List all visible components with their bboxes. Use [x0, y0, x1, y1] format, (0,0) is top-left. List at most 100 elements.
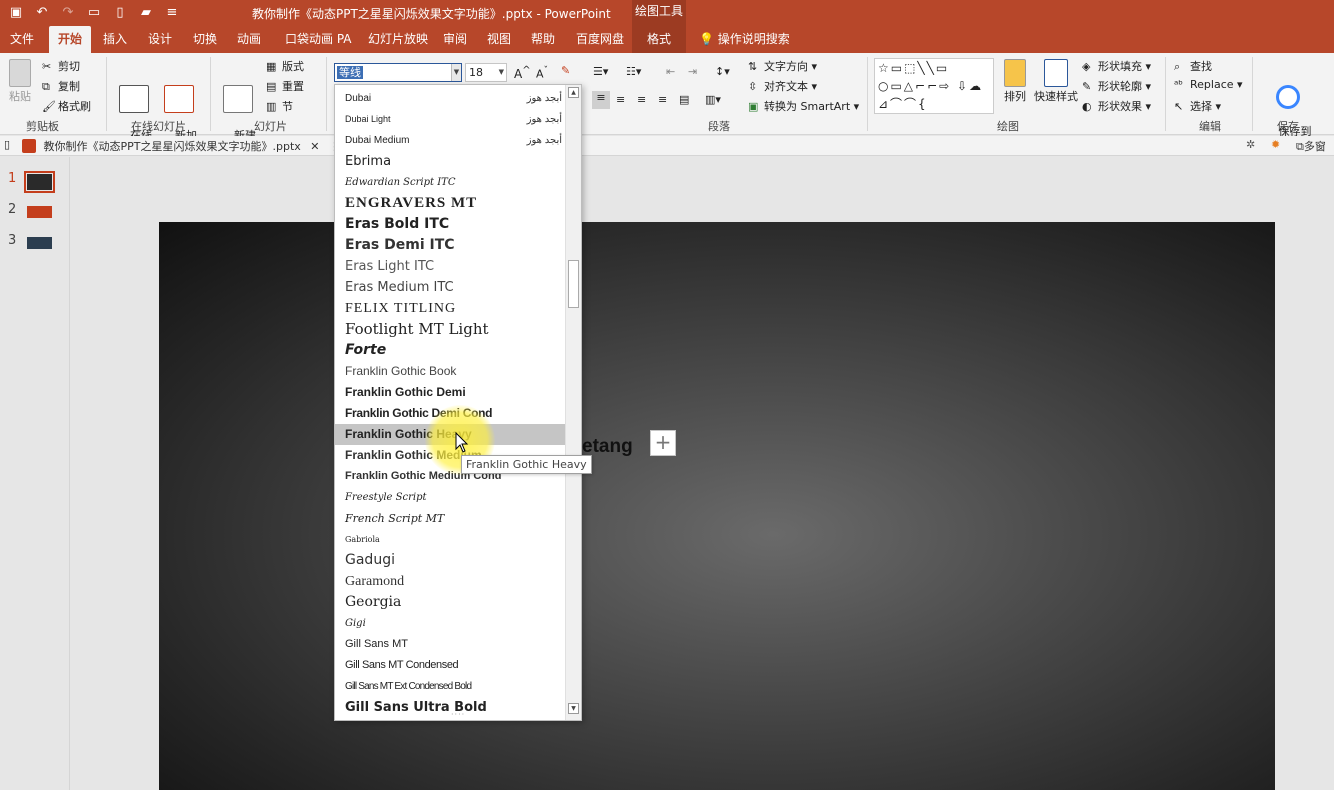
document-tab[interactable]: 教你制作《动态PPT之星星闪烁效果文字功能》.pptx ✕ ⋮: [22, 138, 340, 154]
font-item-eras-medium[interactable]: Eras Medium ITC: [335, 277, 566, 298]
font-item-eras-light[interactable]: Eras Light ITC: [335, 256, 566, 277]
paste-button[interactable]: 粘贴: [6, 59, 34, 103]
gear-icon[interactable]: ✹: [1271, 138, 1280, 151]
font-item-franklin-gothic-heavy[interactable]: Franklin Gothic Heavy: [335, 424, 566, 445]
font-name-input[interactable]: 等线 ▼: [334, 63, 462, 82]
font-item-gadugi[interactable]: Gadugi: [335, 550, 566, 571]
font-item-gill-sans-ext-condensed-bold[interactable]: Gill Sans MT Ext Condensed Bold: [335, 676, 566, 697]
justify-icon[interactable]: ≡: [658, 93, 667, 106]
align-center-icon[interactable]: ≡: [616, 93, 625, 106]
font-dropdown-list[interactable]: Dubai أبجد هوز Dubai Light أبجد هوز Dubai …: [334, 84, 582, 721]
font-item-freestyle-script[interactable]: Freestyle Script: [335, 487, 566, 508]
font-item-eras-demi[interactable]: Eras Demi ITC: [335, 235, 566, 256]
redo-icon[interactable]: ↷: [58, 3, 78, 23]
grow-font-button[interactable]: A^: [514, 65, 531, 81]
tab-slideshow[interactable]: 幻灯片放映: [366, 26, 430, 53]
font-item-french-script[interactable]: French Script MT: [335, 508, 566, 529]
font-item-gabriola[interactable]: Gabriola: [335, 529, 566, 550]
tab-file[interactable]: 文件: [8, 26, 36, 53]
smartart-button[interactable]: ▣ 转换为 SmartArt ▾: [748, 98, 859, 114]
copy-button[interactable]: ⧉ 复制: [42, 78, 80, 94]
close-icon[interactable]: ✕: [310, 140, 319, 153]
customize-icon[interactable]: ≡: [162, 3, 182, 23]
align-right-icon[interactable]: ≡: [637, 93, 646, 106]
font-item-franklin-gothic-demi[interactable]: Franklin Gothic Demi: [335, 382, 566, 403]
new-file-icon[interactable]: ▯: [110, 3, 130, 23]
reset-button[interactable]: ▤ 重置: [266, 78, 304, 94]
quick-styles-button[interactable]: 快速样式: [1034, 59, 1078, 103]
numbering-icon[interactable]: ☷▾: [626, 65, 641, 78]
align-left-icon[interactable]: ≡: [592, 91, 610, 109]
presentation-start-icon[interactable]: ▭: [84, 3, 104, 23]
tab-home[interactable]: 开始: [49, 26, 91, 53]
undo-icon[interactable]: ↶: [32, 3, 52, 23]
line-spacing-icon[interactable]: ↕▾: [715, 65, 730, 78]
increase-indent-icon[interactable]: ⇥: [688, 65, 697, 78]
shapes-gallery[interactable]: ☆▭⬚╲╲▭ ○▭△⌐⌐⇨ ⇩☁⊿⌒⌒{: [874, 58, 994, 114]
font-item-gill-sans-mt[interactable]: Gill Sans MT: [335, 634, 566, 655]
tab-transitions[interactable]: 切换: [191, 26, 219, 53]
scroll-down-icon[interactable]: ▼: [568, 703, 579, 714]
slide[interactable]: [159, 222, 1275, 790]
tab-pocket-animation[interactable]: 口袋动画 PA: [283, 26, 354, 53]
slide-thumbnail[interactable]: [27, 206, 52, 218]
font-item-gigi[interactable]: Gigi: [335, 613, 566, 634]
font-item-garamond[interactable]: Garamond: [335, 571, 566, 592]
shrink-font-button[interactable]: Aˇ: [536, 65, 548, 81]
font-item-dubai-medium[interactable]: Dubai Medium أبجد هوز: [335, 130, 566, 151]
scroll-up-icon[interactable]: ▲: [568, 87, 579, 98]
layout-button[interactable]: ▦ 版式: [266, 58, 304, 74]
settings-icon[interactable]: ✲: [1246, 138, 1255, 151]
font-item-felix-titling[interactable]: FELIX TITLING: [335, 298, 566, 319]
slide-thumbnail[interactable]: [27, 237, 52, 249]
font-item-footlight[interactable]: Footlight MT Light: [335, 319, 566, 340]
replace-button[interactable]: ᵃᵇ Replace ▾: [1174, 78, 1243, 92]
tab-animations[interactable]: 动画: [235, 26, 263, 53]
cut-button[interactable]: ✂ 剪切: [42, 58, 80, 74]
font-item-franklin-gothic-book[interactable]: Franklin Gothic Book: [335, 361, 566, 382]
align-text-button[interactable]: ⇳ 对齐文本 ▾: [748, 78, 817, 94]
tab-view[interactable]: 视图: [485, 26, 513, 53]
tab-baidu-pan[interactable]: 百度网盘: [574, 26, 626, 53]
tell-me-search[interactable]: 💡 操作说明搜索: [697, 26, 792, 53]
font-size-input[interactable]: 18 ▼: [465, 63, 507, 82]
font-item-georgia[interactable]: Georgia: [335, 592, 566, 613]
arrange-button[interactable]: 排列: [1000, 59, 1030, 103]
chevron-down-icon[interactable]: ▼: [451, 64, 461, 81]
columns-icon[interactable]: ▥▾: [705, 93, 721, 106]
shape-effects-button[interactable]: ◐ 形状效果 ▾: [1082, 98, 1151, 114]
open-folder-icon[interactable]: ▰: [136, 3, 156, 23]
shape-outline-button[interactable]: ✎ 形状轮廓 ▾: [1082, 78, 1151, 94]
scrollbar-thumb[interactable]: [568, 260, 579, 308]
resize-grip-icon[interactable]: ····: [451, 710, 465, 719]
multi-window-button[interactable]: ⧉多窗: [1296, 138, 1326, 154]
find-button[interactable]: ⌕ 查找: [1174, 58, 1212, 74]
tab-insert[interactable]: 插入: [101, 26, 129, 53]
tab-format[interactable]: 格式: [632, 26, 686, 53]
font-item-ebrima[interactable]: Ebrima: [335, 151, 566, 172]
tab-help[interactable]: 帮助: [529, 26, 557, 53]
select-button[interactable]: ↖ 选择 ▾: [1174, 98, 1221, 114]
font-item-engravers[interactable]: ENGRAVERS MT: [335, 193, 566, 214]
tab-review[interactable]: 审阅: [441, 26, 469, 53]
font-item-dubai-light[interactable]: Dubai Light أبجد هوز: [335, 109, 566, 130]
font-item-edwardian-script[interactable]: Edwardian Script ITC: [335, 172, 566, 193]
layout-options-button[interactable]: +: [650, 430, 676, 456]
bullets-icon[interactable]: ☰▾: [593, 65, 608, 78]
font-item-forte[interactable]: Forte: [335, 340, 566, 361]
text-direction-button[interactable]: ⇅ 文字方向 ▾: [748, 58, 817, 74]
font-item-dubai[interactable]: Dubai أبجد هوز: [335, 88, 566, 109]
font-item-gill-sans-condensed[interactable]: Gill Sans MT Condensed: [335, 655, 566, 676]
chevron-down-icon[interactable]: ▼: [499, 64, 504, 81]
font-item-eras-bold[interactable]: Eras Bold ITC: [335, 214, 566, 235]
slide-thumbnail[interactable]: [24, 171, 55, 193]
font-list-scrollbar[interactable]: ▲ ▼: [565, 85, 581, 720]
pane-icon[interactable]: ▯: [4, 138, 10, 151]
tab-design[interactable]: 设计: [146, 26, 174, 53]
save-icon[interactable]: ▣: [6, 3, 26, 23]
clear-formatting-icon[interactable]: ✎: [561, 64, 570, 77]
font-item-franklin-gothic-demi-cond[interactable]: Franklin Gothic Demi Cond: [335, 403, 566, 424]
decrease-indent-icon[interactable]: ⇤: [666, 65, 675, 78]
shape-fill-button[interactable]: ◈ 形状填充 ▾: [1082, 58, 1151, 74]
format-painter-button[interactable]: 🖌 格式刷: [42, 98, 91, 114]
